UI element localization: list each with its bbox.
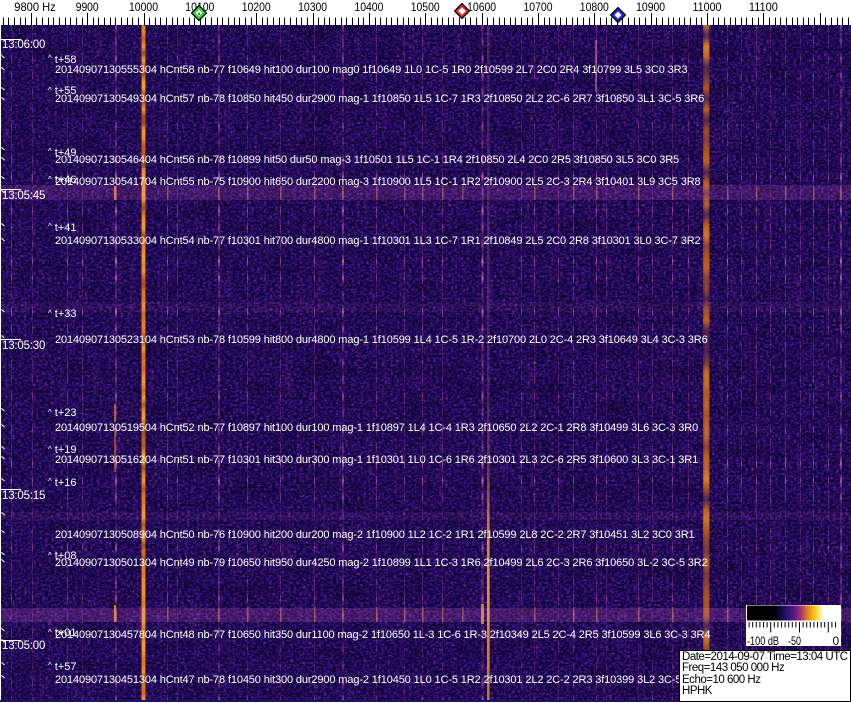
svg-text:10000: 10000 bbox=[129, 0, 158, 14]
svg-text:11100: 11100 bbox=[749, 0, 778, 14]
svg-text:10200: 10200 bbox=[242, 0, 271, 14]
svg-text:10700: 10700 bbox=[524, 0, 553, 14]
svg-text:9900: 9900 bbox=[76, 0, 99, 14]
svg-text:10600: 10600 bbox=[467, 0, 496, 14]
svg-text:10300: 10300 bbox=[298, 0, 327, 14]
svg-text:10900: 10900 bbox=[636, 0, 665, 14]
svg-text:10400: 10400 bbox=[354, 0, 383, 14]
svg-text:0: 0 bbox=[833, 634, 840, 646]
svg-text:10500: 10500 bbox=[411, 0, 440, 14]
svg-text:-100 dB: -100 dB bbox=[747, 634, 779, 646]
svg-text:10800: 10800 bbox=[580, 0, 609, 14]
svg-text:9800 Hz: 9800 Hz bbox=[14, 0, 56, 14]
svg-text:-50: -50 bbox=[788, 634, 801, 646]
svg-text:11000: 11000 bbox=[693, 0, 722, 14]
